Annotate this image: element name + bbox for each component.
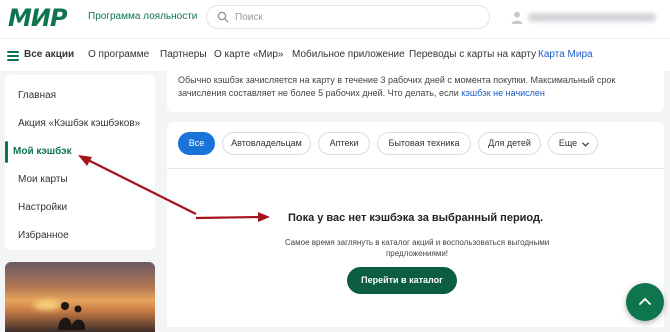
nav-mobile-app[interactable]: Мобильное приложение xyxy=(292,49,405,60)
nav-about-card[interactable]: О карте «Мир» xyxy=(214,49,283,60)
sidebar-item-my-cards[interactable]: Мои карты xyxy=(18,174,68,185)
filter-chip-car-owners[interactable]: Автовладельцам xyxy=(222,132,311,155)
logo-subtitle: Программа лояльности xyxy=(88,11,198,22)
mir-logo[interactable]: МИР xyxy=(8,5,68,31)
couple-silhouette xyxy=(58,302,86,330)
sidebar-item-my-cashback[interactable]: Мой кэшбэк xyxy=(13,146,72,157)
cashback-not-credited-link[interactable]: кэшбэк не начислен xyxy=(461,88,545,98)
sidebar-item-cashback-promo[interactable]: Акция «Кэшбэк кэшбэков» xyxy=(18,118,140,129)
info-line-1: Обычно кэшбэк зачисляется на карту в теч… xyxy=(178,75,616,85)
cashback-info: Обычно кэшбэк зачисляется на карту в теч… xyxy=(167,71,664,112)
filter-chip-appliances[interactable]: Бытовая техника xyxy=(377,132,471,155)
cashback-panel: Все Автовладельцам Аптеки Бытовая техник… xyxy=(167,122,664,327)
search-box[interactable] xyxy=(206,5,490,29)
filter-chip-pharmacies[interactable]: Аптеки xyxy=(318,132,370,155)
user-icon[interactable] xyxy=(511,11,523,24)
filter-chip-all[interactable]: Все xyxy=(178,132,215,155)
header: МИР Программа лояльности xyxy=(0,0,670,38)
info-line-2-text: зачисления составляет не более 5 рабочих… xyxy=(178,88,459,98)
sidebar-item-settings[interactable]: Настройки xyxy=(18,202,67,213)
search-input[interactable] xyxy=(235,9,475,25)
filter-chip-kids[interactable]: Для детей xyxy=(478,132,541,155)
active-indicator xyxy=(5,141,8,163)
info-line-2: зачисления составляет не более 5 рабочих… xyxy=(178,88,545,99)
chevron-down-icon xyxy=(582,142,589,147)
chevron-up-icon xyxy=(639,297,651,305)
promo-image[interactable] xyxy=(5,262,155,332)
main-nav: Все акции О программе Партнеры О карте «… xyxy=(0,38,670,71)
scroll-top-button[interactable] xyxy=(626,283,664,321)
divider xyxy=(167,168,664,169)
nav-partners[interactable]: Партнеры xyxy=(160,49,207,60)
sidebar-item-home[interactable]: Главная xyxy=(18,90,56,101)
search-icon xyxy=(217,11,229,23)
nav-transfers[interactable]: Переводы с карты на карту xyxy=(409,49,536,60)
filter-more-dropdown[interactable]: Еще xyxy=(548,132,598,155)
menu-icon[interactable] xyxy=(7,51,19,63)
empty-text-line-2: предложениями! xyxy=(385,249,449,258)
user-name-blurred[interactable] xyxy=(528,13,656,22)
nav-all-promos[interactable]: Все акции xyxy=(24,49,74,60)
filter-more-label: Еще xyxy=(558,138,578,148)
empty-text-line-1: Самое время заглянуть в каталог акций и … xyxy=(284,238,550,247)
go-to-catalog-button[interactable]: Перейти в каталог xyxy=(347,267,457,294)
sidebar-item-favorites[interactable]: Избранное xyxy=(18,230,69,241)
sidebar: Главная Акция «Кэшбэк кэшбэков» Мой кэшб… xyxy=(5,75,155,250)
empty-state-text: Самое время заглянуть в каталог акций и … xyxy=(227,237,607,259)
nav-about-program[interactable]: О программе xyxy=(88,49,149,60)
empty-state-title: Пока у вас нет кэшбэка за выбранный пери… xyxy=(287,212,544,224)
nav-mir-card[interactable]: Карта Мира xyxy=(538,49,593,60)
